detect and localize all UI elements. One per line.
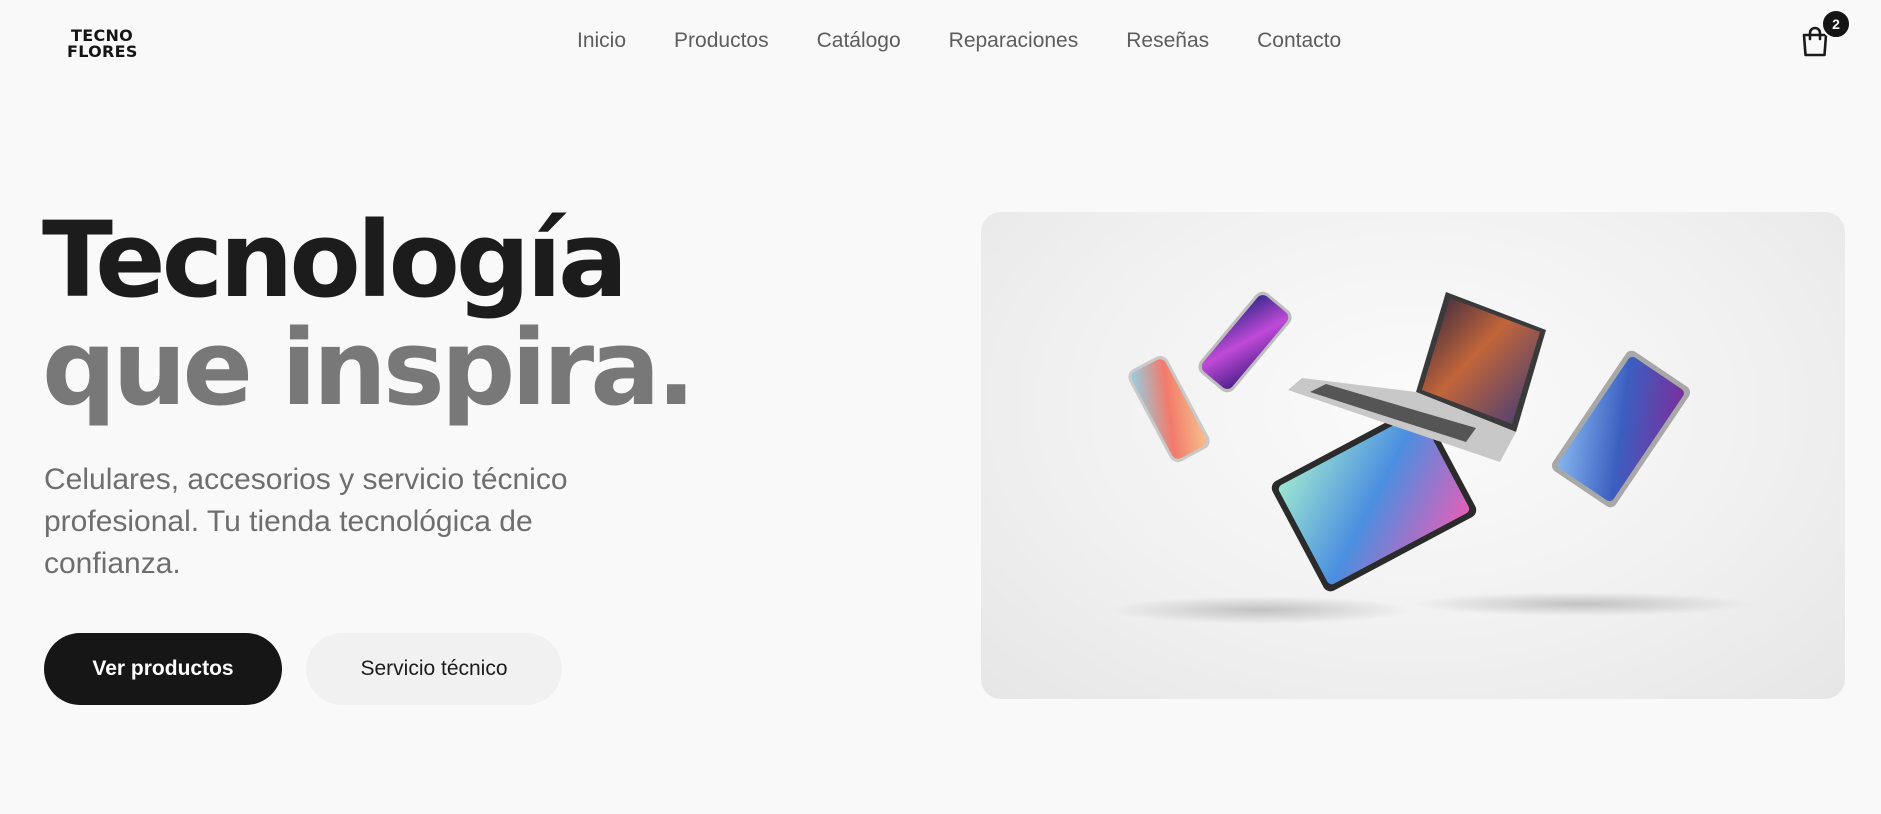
tech-service-button[interactable]: Servicio técnico <box>306 633 562 705</box>
cart-count-badge: 2 <box>1821 9 1851 39</box>
hero-subtitle: Celulares, accesorios y servicio técnico… <box>44 463 568 580</box>
navbar: TECNO FLORES Inicio Productos Catálogo R… <box>0 0 1881 84</box>
nav-item-inicio[interactable]: Inicio <box>577 28 626 54</box>
brand-logo[interactable]: TECNO FLORES <box>67 28 138 60</box>
nav-item-reparaciones[interactable]: Reparaciones <box>949 28 1079 54</box>
hero-title: Tecnología que inspira. <box>42 199 696 429</box>
nav-item-contacto[interactable]: Contacto <box>1257 28 1341 54</box>
nav-item-catalogo[interactable]: Catálogo <box>817 28 901 54</box>
main-nav: Inicio Productos Catálogo Reparaciones R… <box>577 28 1341 54</box>
brand-logo-line2: FLORES <box>67 42 138 61</box>
nav-item-productos[interactable]: Productos <box>674 28 769 54</box>
nav-item-resenas[interactable]: Reseñas <box>1126 28 1209 54</box>
hero-title-line2: que inspira. <box>42 307 696 429</box>
view-products-button[interactable]: Ver productos <box>44 633 282 705</box>
hero-devices-image <box>981 212 1845 699</box>
floating-devices-illustration <box>1111 291 1751 624</box>
hero-title-line1: Tecnología <box>42 199 628 321</box>
